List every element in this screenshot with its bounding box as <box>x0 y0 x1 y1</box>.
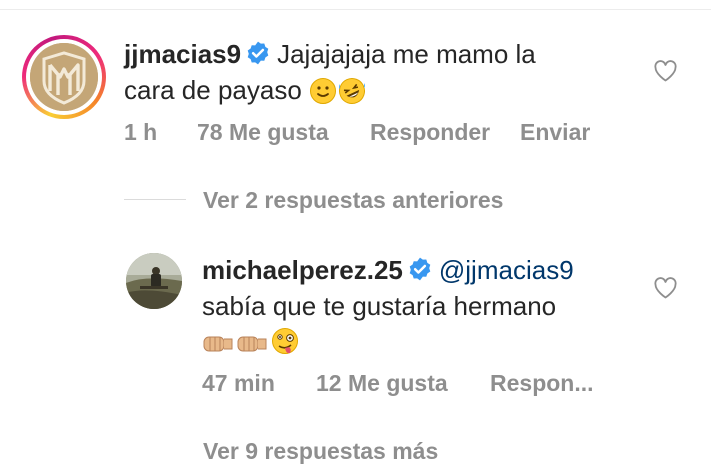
reply-button[interactable]: Responder <box>370 119 490 146</box>
replies-divider <box>124 199 186 200</box>
comment-username[interactable]: jjmacias9 <box>124 39 241 69</box>
rolling-on-floor-laughing-emoji-icon <box>339 78 366 104</box>
mention-link[interactable]: @jjmacias9 <box>439 255 574 285</box>
reply-body: michaelperez.25 @jjmacias9 sabía que te g… <box>202 252 574 360</box>
zany-face-emoji-icon <box>272 328 298 354</box>
reply-likes-count[interactable]: 12 Me gusta <box>316 370 448 397</box>
comment-timestamp: 1 h <box>124 119 158 145</box>
fist-bump-emoji-icon <box>237 336 267 352</box>
fist-bump-emoji-icon <box>203 336 233 352</box>
brand-logo-icon <box>30 43 98 111</box>
like-heart-icon[interactable] <box>653 277 678 299</box>
like-heart-icon[interactable] <box>653 60 678 82</box>
comment-text-line2: cara de payaso <box>124 75 302 105</box>
comment-likes-count[interactable]: 78 Me gusta <box>197 119 329 146</box>
avatar-michaelperez25[interactable] <box>126 253 182 309</box>
verified-badge-icon <box>409 257 431 281</box>
send-button[interactable]: Enviar <box>520 119 590 146</box>
comment-body: jjmacias9 Jajajajaja me mamo la cara de p… <box>124 36 536 108</box>
comment-text-line1: Jajajajaja me mamo la <box>277 39 536 69</box>
reply-text-line: sabía que te gustaría hermano <box>202 291 557 321</box>
verified-badge-icon <box>247 41 269 65</box>
view-more-replies-button[interactable]: Ver 9 respuestas más <box>203 438 438 465</box>
view-previous-replies-button[interactable]: Ver 2 respuestas anteriores <box>203 187 503 214</box>
top-divider <box>0 9 711 10</box>
avatar-jjmacias9[interactable] <box>22 35 106 119</box>
slightly-smiling-face-emoji-icon <box>310 78 337 104</box>
reply-timestamp: 47 min <box>202 370 275 396</box>
user-photo-icon <box>126 253 182 309</box>
reply-button[interactable]: Respon... <box>490 370 594 397</box>
reply-username[interactable]: michaelperez.25 <box>202 255 403 285</box>
